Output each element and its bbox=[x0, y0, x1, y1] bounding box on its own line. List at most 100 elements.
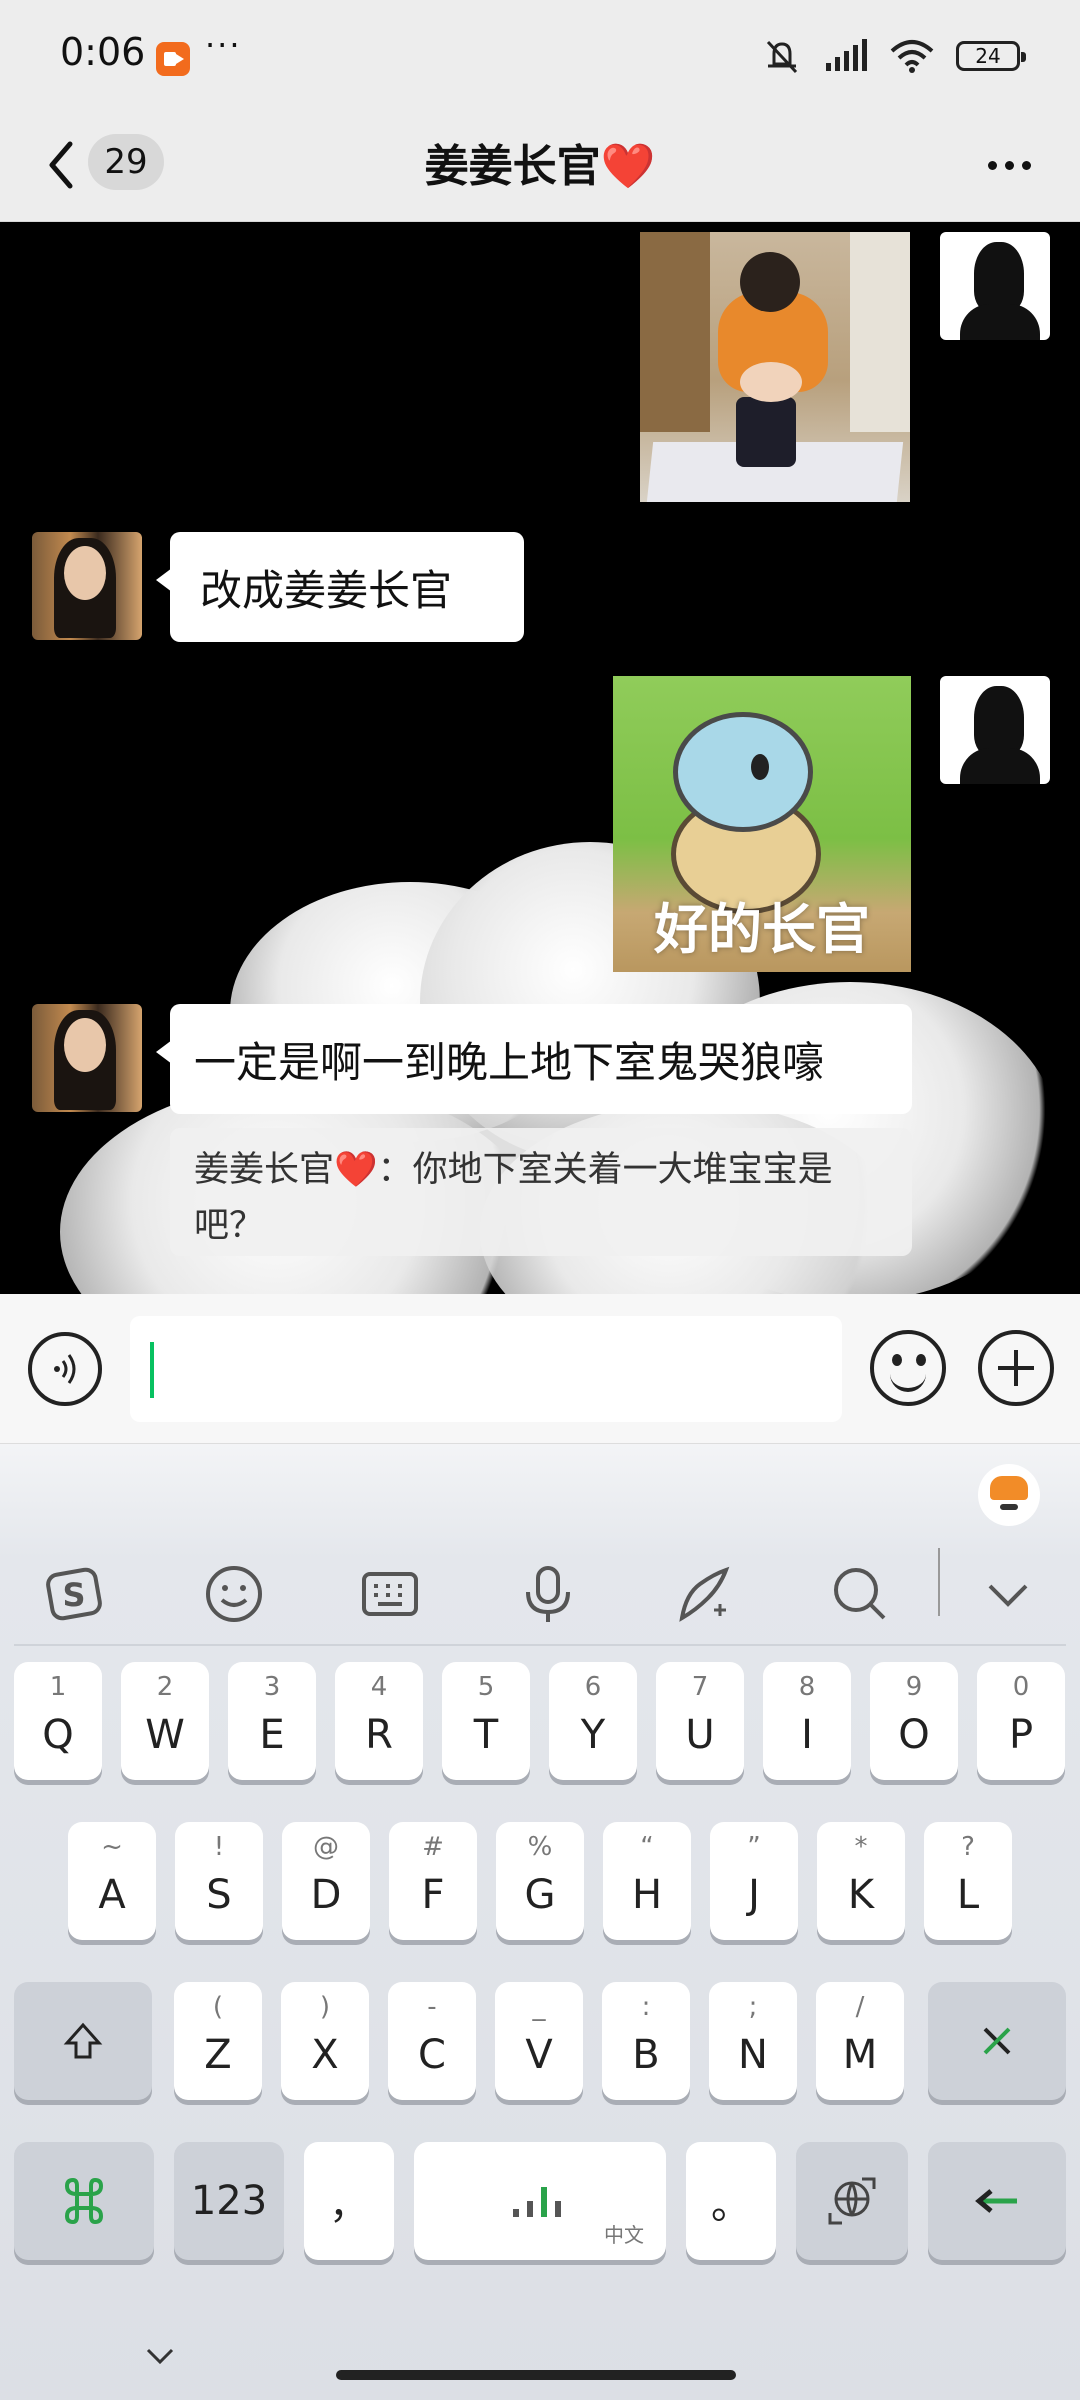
key-b[interactable]: :B bbox=[602, 1982, 690, 2100]
key-e[interactable]: 3E bbox=[228, 1662, 316, 1780]
heart-icon: ❤️ bbox=[334, 1150, 378, 1190]
delete-key[interactable] bbox=[928, 1982, 1066, 2100]
key-label: H bbox=[631, 1872, 663, 1918]
message-bubble[interactable]: 改成姜姜长官 bbox=[156, 532, 524, 642]
key-y[interactable]: 6Y bbox=[549, 1662, 637, 1780]
key-i[interactable]: 8I bbox=[763, 1662, 851, 1780]
key-j[interactable]: ” J bbox=[710, 1822, 798, 1940]
add-icon[interactable] bbox=[978, 1330, 1054, 1406]
chat-area[interactable]: 改成姜姜长官 好的长官 一定是啊一到晚上地下室鬼哭狼嚎 姜姜长官❤️：你地下室关… bbox=[0, 222, 1080, 1294]
key-label: Z bbox=[204, 2032, 232, 2078]
key-secondary-label: * bbox=[854, 1832, 868, 1862]
shift-key[interactable] bbox=[14, 1982, 152, 2100]
chat-header: 29 姜姜长官❤️ bbox=[0, 110, 1080, 222]
message-input[interactable] bbox=[130, 1316, 842, 1422]
key-l[interactable]: ? L bbox=[924, 1822, 1012, 1940]
status-bar: 0:06 ··· 24 bbox=[0, 0, 1080, 110]
emoji-panel-icon[interactable] bbox=[202, 1562, 266, 1626]
avatar[interactable] bbox=[32, 1004, 142, 1112]
collapse-keyboard-icon[interactable] bbox=[976, 1562, 1040, 1626]
key-s[interactable]: ! S bbox=[175, 1822, 263, 1940]
key-t[interactable]: 5T bbox=[442, 1662, 530, 1780]
key-label: S bbox=[206, 1872, 232, 1918]
enter-key[interactable] bbox=[928, 2142, 1066, 2260]
key-g[interactable]: % G bbox=[496, 1822, 584, 1940]
signal-icon bbox=[826, 39, 867, 71]
key-a[interactable]: ~ A bbox=[68, 1822, 156, 1940]
comma-key-label: ， bbox=[329, 2182, 369, 2228]
keyboard-toolbar: S bbox=[0, 1544, 1080, 1640]
key-v[interactable]: _ V bbox=[495, 1982, 583, 2100]
more-options-icon[interactable] bbox=[974, 132, 1044, 198]
microphone-icon[interactable] bbox=[516, 1562, 580, 1626]
key-secondary-label: ? bbox=[961, 1832, 975, 1862]
space-key[interactable]: 中文 bbox=[414, 2142, 666, 2260]
keyboard-layout-icon[interactable] bbox=[358, 1562, 422, 1626]
key-k[interactable]: * K bbox=[817, 1822, 905, 1940]
key-label: N bbox=[738, 2032, 768, 2078]
key-f[interactable]: # F bbox=[389, 1822, 477, 1940]
screen-record-icon bbox=[156, 42, 190, 76]
numbers-key[interactable]: 123 bbox=[174, 2142, 284, 2260]
sticker-caption: 好的长官 bbox=[654, 898, 870, 961]
key-x[interactable]: ) X bbox=[281, 1982, 369, 2100]
key-secondary-label: 5 bbox=[477, 1672, 495, 1702]
key-secondary-label: 0 bbox=[1012, 1672, 1030, 1702]
key-c[interactable]: -C bbox=[388, 1982, 476, 2100]
image-message[interactable] bbox=[640, 232, 910, 502]
key-secondary-label: % bbox=[527, 1832, 553, 1862]
key-secondary-label: ! bbox=[213, 1832, 225, 1862]
key-secondary-label: 2 bbox=[156, 1672, 174, 1702]
space-key-sub: 中文 bbox=[604, 2223, 644, 2247]
avatar[interactable] bbox=[940, 676, 1050, 784]
key-q[interactable]: 1Q bbox=[14, 1662, 102, 1780]
key-z[interactable]: (Z bbox=[174, 1982, 262, 2100]
comma-key[interactable]: ， bbox=[304, 2142, 394, 2260]
voice-input-icon[interactable] bbox=[28, 1332, 102, 1406]
avatar[interactable] bbox=[32, 532, 142, 640]
chat-title: 姜姜长官❤️ bbox=[0, 130, 1080, 194]
keyboard: S 1 Q 2 W 3 E 4 R 5 T 6 Y 7 U 8 I 9 O 0 P ~ A! S @ D # F% G “H” J * K? L… bbox=[0, 1444, 1080, 2400]
svg-text:S: S bbox=[62, 1576, 85, 1614]
battery-icon: 24 bbox=[956, 41, 1026, 71]
key-d[interactable]: @ D bbox=[282, 1822, 370, 1940]
key-label: G bbox=[524, 1872, 556, 1918]
sogou-logo-icon[interactable]: S bbox=[42, 1562, 106, 1626]
key-m[interactable]: / M bbox=[816, 1982, 904, 2100]
key-label: X bbox=[311, 2032, 339, 2078]
key-label: L bbox=[956, 1872, 980, 1918]
key-n[interactable]: ; N bbox=[709, 1982, 797, 2100]
key-w[interactable]: 2W bbox=[121, 1662, 209, 1780]
hide-keyboard-chevron-icon[interactable] bbox=[140, 2336, 180, 2376]
message-bubble[interactable]: 一定是啊一到晚上地下室鬼哭狼嚎 bbox=[156, 1004, 912, 1114]
sticker-message[interactable]: 好的长官 bbox=[613, 676, 911, 972]
key-secondary-label: ” bbox=[747, 1832, 761, 1862]
key-label: U bbox=[685, 1712, 715, 1758]
symbols-key[interactable] bbox=[14, 2142, 154, 2260]
key-secondary-label: ; bbox=[748, 1992, 758, 2022]
key-p[interactable]: 0P bbox=[977, 1662, 1065, 1780]
more-notifications-icon: ··· bbox=[205, 26, 242, 64]
mute-icon bbox=[766, 40, 798, 74]
period-key[interactable]: 。 bbox=[686, 2142, 776, 2260]
key-label: V bbox=[525, 2032, 553, 2078]
key-o[interactable]: 9O bbox=[870, 1662, 958, 1780]
key-r[interactable]: 4R bbox=[335, 1662, 423, 1780]
period-key-label: 。 bbox=[711, 2182, 751, 2228]
key-label: C bbox=[418, 2032, 446, 2078]
avatar[interactable] bbox=[940, 232, 1050, 340]
quoted-message[interactable]: 姜姜长官❤️：你地下室关着一大堆宝宝是吧？ bbox=[170, 1128, 912, 1256]
home-indicator[interactable] bbox=[336, 2370, 736, 2380]
key-label: J bbox=[748, 1872, 760, 1918]
key-secondary-label: ( bbox=[212, 1992, 224, 2022]
key-label: W bbox=[145, 1712, 185, 1758]
key-u[interactable]: 7U bbox=[656, 1662, 744, 1780]
emoji-icon[interactable] bbox=[870, 1330, 946, 1406]
language-switch-key[interactable] bbox=[796, 2142, 908, 2260]
key-h[interactable]: “H bbox=[603, 1822, 691, 1940]
search-icon[interactable] bbox=[828, 1562, 892, 1626]
handwriting-icon[interactable] bbox=[672, 1562, 736, 1626]
keyboard-mascot-icon[interactable] bbox=[978, 1464, 1040, 1526]
key-secondary-label: : bbox=[641, 1992, 651, 2022]
quote-separator: ： bbox=[377, 1150, 413, 1190]
